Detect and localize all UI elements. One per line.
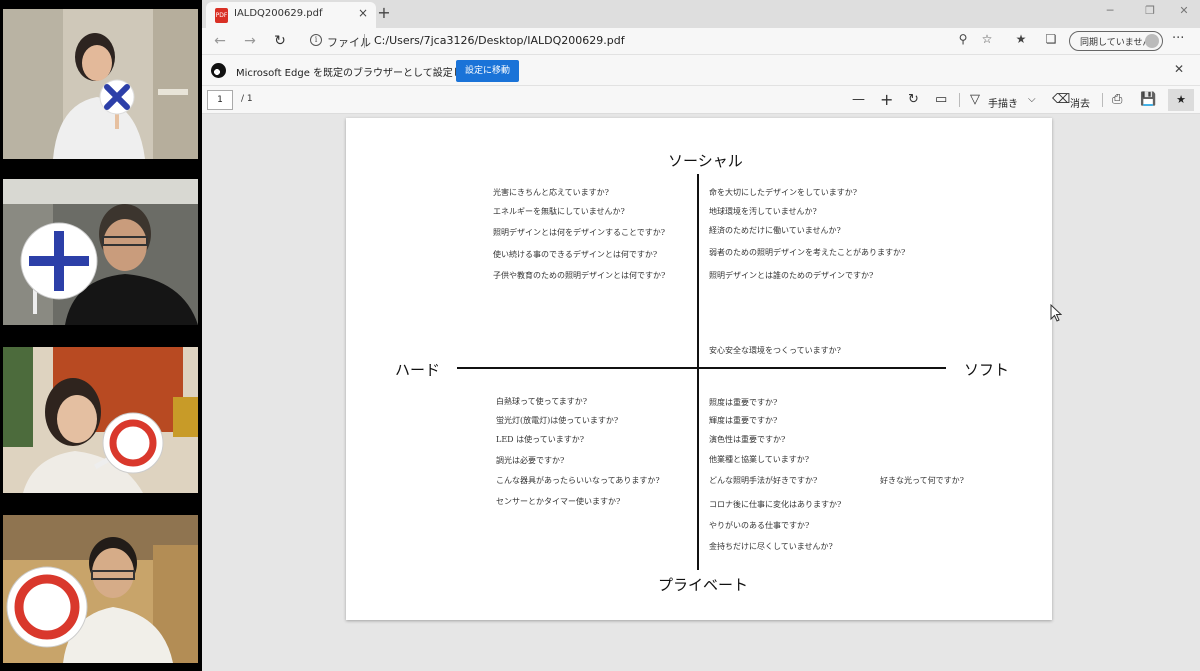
refresh-icon[interactable]: ↻ <box>270 31 290 51</box>
pdf-viewer[interactable]: ソーシャル プライベート ハード ソフト 光害にきちんと応えていますか? エネル… <box>202 114 1200 671</box>
question-item: 金持ちだけに尽くしていませんか? <box>709 542 833 551</box>
restore-icon[interactable]: ❐ <box>1142 4 1158 17</box>
browser-window: PDF IALDQ200629.pdf × + ─ ❐ ✕ ← → ↻ i ファ… <box>202 0 1200 671</box>
profile-sync-button[interactable]: 同期していません <box>1069 31 1163 51</box>
question-item: やりがいのある仕事ですか? <box>709 521 810 530</box>
question-item: こんな器具があったらいいなってありますか? <box>496 476 660 485</box>
participant-panel <box>0 0 200 671</box>
print-icon[interactable]: ⎙ <box>1112 91 1122 109</box>
pdf-file-icon: PDF <box>215 8 228 23</box>
draw-pen-icon[interactable]: ▽ <box>970 91 980 109</box>
favorites-list-icon[interactable]: ★ <box>1012 32 1030 46</box>
question-item: 照明デザインとは誰のためのデザインですか? <box>709 271 874 280</box>
horizontal-axis <box>457 367 946 369</box>
minimize-icon[interactable]: ─ <box>1102 4 1118 17</box>
avatar <box>1145 34 1159 48</box>
question-item: コロナ後に仕事に変化はありますか? <box>709 500 842 509</box>
erase-label[interactable]: 消去 <box>1070 95 1090 110</box>
tab-title: IALDQ200629.pdf <box>234 8 323 19</box>
url-field[interactable]: i ファイル C:/Users/7jca3126/Desktop/IALDQ20… <box>300 31 990 52</box>
question-item: 調光は必要ですか? <box>496 456 565 465</box>
zoom-out-icon[interactable]: — <box>852 91 865 109</box>
page-total-label: / 1 <box>241 94 253 104</box>
pdf-page: ソーシャル プライベート ハード ソフト 光害にきちんと応えていますか? エネル… <box>346 118 1052 620</box>
window-close-icon[interactable]: ✕ <box>1176 4 1192 17</box>
save-icon[interactable]: 💾 <box>1140 91 1156 109</box>
favorite-star-icon[interactable]: ☆ <box>978 32 996 46</box>
participant-video-4 <box>3 515 198 663</box>
question-item: 経済のためだけに働いていませんか? <box>709 226 841 235</box>
question-item: 演色性は重要ですか? <box>709 435 786 444</box>
participant-video-1 <box>3 9 198 159</box>
tab-close-icon[interactable]: × <box>358 6 368 20</box>
question-item: 他業種と協業していますか? <box>709 455 810 464</box>
screen: PDF IALDQ200629.pdf × + ─ ❐ ✕ ← → ↻ i ファ… <box>0 0 1200 671</box>
axis-label-left: ハード <box>395 361 441 379</box>
infobar-close-icon[interactable]: ✕ <box>1174 62 1184 76</box>
axis-label-right: ソフト <box>964 361 1010 379</box>
page-number-input[interactable]: 1 <box>207 90 233 110</box>
question-item: 弱者のための照明デザインを考えたことがありますか? <box>709 248 906 257</box>
question-item: どんな照明手法が好きですか? <box>709 476 818 485</box>
question-item: エネルギーを無駄にしていませんか? <box>493 207 625 216</box>
draw-label[interactable]: 手描き <box>988 95 1018 110</box>
question-item: 命を大切にしたデザインをしていますか? <box>709 188 858 197</box>
draw-options-chevron-icon[interactable]: ⌵ <box>1028 91 1036 109</box>
pin-toolbar-icon[interactable]: ★ <box>1168 89 1194 111</box>
participant-video-2 <box>3 179 198 325</box>
question-item: LED は使っていますか? <box>496 435 584 444</box>
toolbar-divider <box>959 93 960 107</box>
mouse-cursor-icon <box>1050 304 1062 322</box>
url-divider <box>364 34 365 48</box>
back-arrow-icon[interactable]: ← <box>210 31 230 51</box>
fit-page-icon[interactable]: ▭ <box>935 91 947 109</box>
more-options-icon[interactable]: ··· <box>1172 31 1184 46</box>
eraser-icon[interactable]: ⌫ <box>1052 91 1070 109</box>
tab-pdf[interactable]: PDF IALDQ200629.pdf × <box>206 2 376 28</box>
zoom-magnifier-icon[interactable]: ⚲ <box>954 32 972 46</box>
collections-icon[interactable]: ❏ <box>1042 32 1060 46</box>
go-to-settings-button[interactable]: 設定に移動 <box>456 60 519 82</box>
axis-label-bottom: プライベート <box>658 576 749 594</box>
address-bar: ← → ↻ i ファイル C:/Users/7jca3126/Desktop/I… <box>202 28 1200 54</box>
default-browser-infobar: Microsoft Edge を既定のブラウザーとして設定しますか? 設定に移動… <box>202 54 1200 86</box>
participant-video-3 <box>3 347 198 493</box>
question-item: 子供や教育のための照明デザインとは何ですか? <box>493 271 666 280</box>
question-item: 光害にきちんと応えていますか? <box>493 188 609 197</box>
vertical-axis <box>697 174 699 570</box>
edge-logo-icon <box>211 63 226 78</box>
axis-label-top: ソーシャル <box>668 152 743 170</box>
question-item: センサーとかタイマー使いますか? <box>496 497 621 506</box>
question-item: 白熱球って使ってますか? <box>496 397 588 406</box>
question-item: 蛍光灯(放電灯)は使っていますか? <box>496 416 619 425</box>
question-item: 安心安全な環境をつくっていますか? <box>709 346 841 355</box>
question-item: 照明デザインとは何をデザインすることですか? <box>493 228 666 237</box>
zoom-in-icon[interactable]: + <box>880 91 893 109</box>
question-item: 輝度は重要ですか? <box>709 416 778 425</box>
rotate-icon[interactable]: ↻ <box>908 91 919 109</box>
new-tab-button[interactable]: + <box>374 3 394 23</box>
question-item: 使い続ける事のできるデザインとは何ですか? <box>493 250 658 259</box>
question-item: 地球環境を汚していませんか? <box>709 207 817 216</box>
question-item: 好きな光って何ですか? <box>880 476 964 485</box>
tab-strip: PDF IALDQ200629.pdf × + ─ ❐ ✕ <box>202 0 1200 28</box>
url-text[interactable]: C:/Users/7jca3126/Desktop/IALDQ200629.pd… <box>374 34 625 47</box>
sync-status-label: 同期していません <box>1080 38 1152 48</box>
info-icon[interactable]: i <box>310 34 322 46</box>
pdf-toolbar: 1 / 1 — + ↻ ▭ ▽ 手描き ⌵ ⌫ 消去 ⎙ 💾 ★ <box>202 86 1200 114</box>
question-item: 照度は重要ですか? <box>709 398 778 407</box>
toolbar-divider <box>1102 93 1103 107</box>
forward-arrow-icon[interactable]: → <box>240 31 260 51</box>
